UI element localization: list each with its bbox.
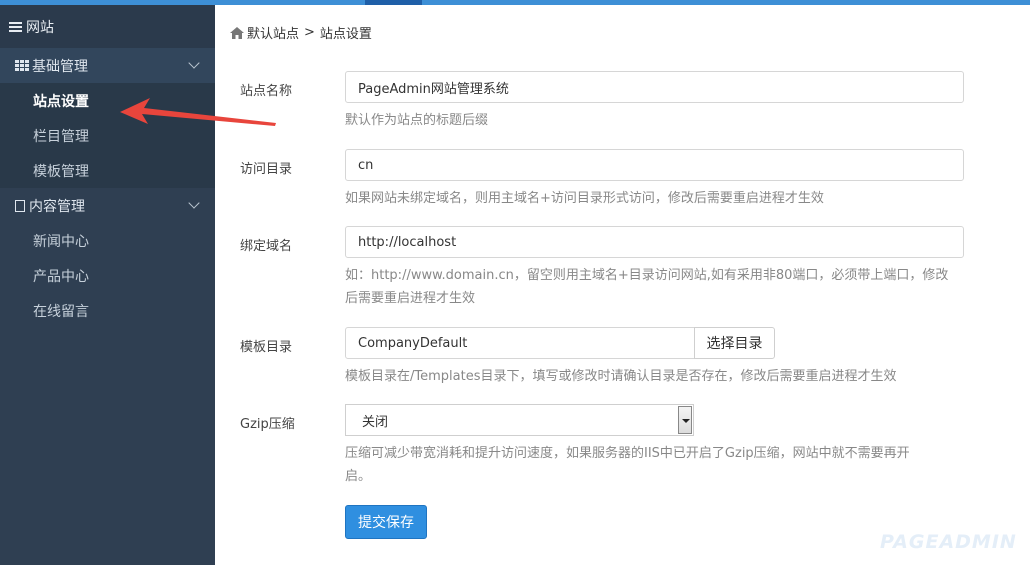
access-dir-label: 访问目录 [240,162,293,177]
gzip-hint-2: 启。 [345,469,372,484]
template-dir-hint: 模板目录在/Templates目录下，填写或修改时请确认目录是否存在，修改后需要… [345,369,897,384]
gzip-hint-1: 压缩可减少带宽消耗和提升访问速度，如果服务器的IIS中已开启了Gzip压缩，网站… [345,446,910,461]
breadcrumb: 默认站点 > 站点设置 [230,23,372,42]
document-icon [15,199,25,212]
gzip-selected-value: 关闭 [362,414,389,430]
sidebar-item-products[interactable]: 产品中心 [0,258,215,293]
template-dir-label: 模板目录 [240,340,293,355]
site-name-input[interactable]: PageAdmin网站管理系统 [345,71,964,103]
home-icon[interactable] [230,26,244,39]
access-dir-hint: 如果网站未绑定域名，则用主域名+访问目录形式访问，修改后需要重启进程才生效 [345,191,824,206]
gzip-label: Gzip压缩 [240,417,295,432]
gzip-select[interactable]: 关闭 [345,404,694,436]
sidebar-header[interactable]: 网站 [0,5,215,48]
dropdown-arrow-icon[interactable] [678,406,692,434]
annotation-arrow [120,98,276,126]
breadcrumb-separator: > [304,25,315,40]
sidebar-group-content[interactable]: 内容管理 [0,188,215,223]
access-dir-input[interactable]: cn [345,149,964,181]
sidebar-group-label: 内容管理 [29,198,85,215]
watermark-logo: PAGEADMIN [880,531,1017,553]
breadcrumb-current: 站点设置 [319,27,372,42]
sidebar-item-news[interactable]: 新闻中心 [0,223,215,258]
bind-domain-hint-1: 如：http://www.domain.cn，留空则用主域名+目录访问网站,如有… [345,268,949,283]
select-directory-button[interactable]: 选择目录 [694,327,775,359]
breadcrumb-root[interactable]: 默认站点 [247,23,299,42]
bind-domain-hint-2: 后需要重启进程才生效 [345,291,476,306]
submit-save-button[interactable]: 提交保存 [345,505,427,539]
site-name-label: 站点名称 [240,84,293,99]
grid-icon [15,60,29,71]
chevron-down-icon [188,197,200,209]
top-accent-segment [365,0,422,5]
sidebar-group-basic[interactable]: 基础管理 [0,48,215,83]
bind-domain-input[interactable]: http://localhost [345,226,964,258]
sidebar-item-messages[interactable]: 在线留言 [0,293,215,328]
sidebar-title: 网站 [26,19,54,36]
sidebar: 网站 基础管理 站点设置 栏目管理 模板管理 内容管理 新闻中心 产品中心 在线… [0,5,215,565]
menu-icon [9,20,22,34]
sidebar-item-templates[interactable]: 模板管理 [0,153,215,188]
chevron-down-icon [188,57,200,69]
sidebar-group-label: 基础管理 [32,58,88,75]
site-name-hint: 默认作为站点的标题后缀 [345,113,489,128]
template-dir-input[interactable]: CompanyDefault [345,327,695,359]
bind-domain-label: 绑定域名 [240,239,293,254]
